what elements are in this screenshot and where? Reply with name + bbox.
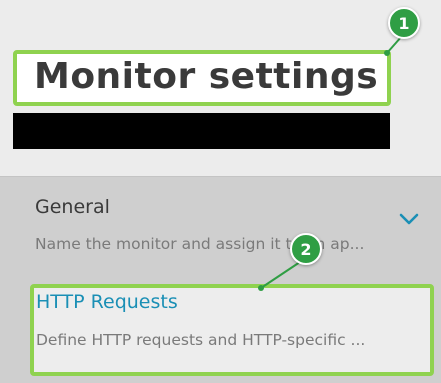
- section-general-description: Name the monitor and assign it to an ap.…: [35, 235, 365, 253]
- annotation-badge-2: 2: [290, 233, 322, 265]
- chevron-down-icon[interactable]: [398, 210, 420, 228]
- monitor-settings-page: Monitor settings General Name the monito…: [0, 0, 441, 383]
- page-title: Monitor settings: [34, 56, 379, 97]
- section-general[interactable]: [0, 176, 441, 281]
- section-http-requests-description: Define HTTP requests and HTTP-specific .…: [36, 331, 366, 349]
- section-http-requests-title[interactable]: HTTP Requests: [36, 291, 178, 313]
- annotation-badge-1: 1: [388, 7, 420, 39]
- section-general-title: General: [35, 196, 110, 218]
- redacted-block: [13, 113, 390, 149]
